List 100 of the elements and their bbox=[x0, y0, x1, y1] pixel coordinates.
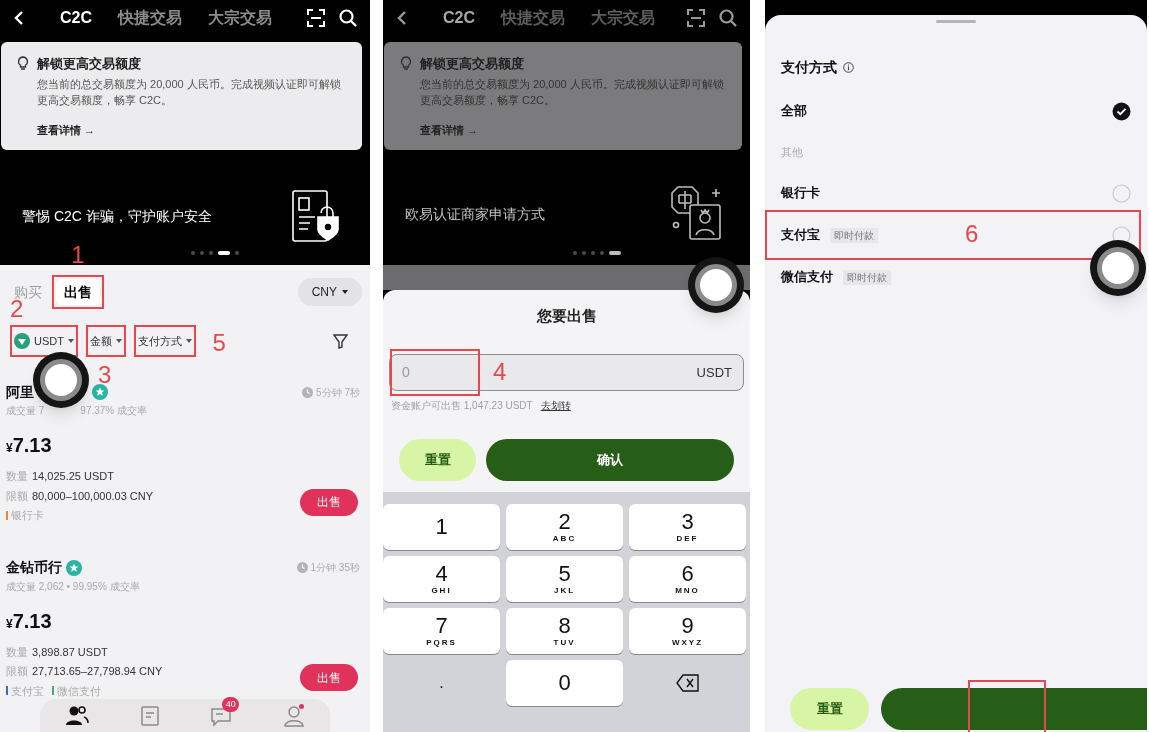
trade-tab[interactable]: 出售 bbox=[56, 279, 100, 305]
filter-dropdown[interactable]: USDT bbox=[14, 329, 74, 353]
search-icon[interactable] bbox=[338, 8, 358, 28]
caret-icon bbox=[67, 339, 74, 343]
transfer-link[interactable]: 去划转 bbox=[540, 397, 571, 413]
keypad-key[interactable]: 2 ABC bbox=[506, 504, 623, 550]
keypad-key[interactable]: 1 bbox=[383, 504, 500, 550]
keypad-key[interactable]: 3 DEF bbox=[629, 504, 746, 550]
response-time: 5分钟 7秒 bbox=[316, 385, 360, 400]
available-balance: 资金账户可出售 1,047.23 USDT bbox=[391, 398, 533, 413]
payment-option[interactable]: 微信支付 bbox=[781, 267, 833, 287]
coin-icon bbox=[14, 333, 30, 349]
payment-option[interactable]: 全部 bbox=[781, 101, 807, 121]
keypad-key[interactable]: 5 JKL bbox=[506, 556, 623, 602]
notice-title: 解锁更高交易额度 bbox=[37, 55, 141, 73]
floating-button[interactable] bbox=[33, 352, 89, 408]
search-icon[interactable] bbox=[718, 8, 738, 28]
price: ¥7.13 bbox=[6, 608, 53, 634]
payment-method: 支付宝 bbox=[11, 683, 44, 699]
profile-icon[interactable] bbox=[282, 705, 305, 727]
clock-icon bbox=[302, 386, 314, 398]
header-tab[interactable]: C2C bbox=[60, 6, 92, 30]
quantity-label: 数量 bbox=[6, 644, 28, 660]
header-tab[interactable]: 快捷交易 bbox=[118, 6, 182, 30]
sell-button[interactable]: 出售 bbox=[300, 664, 358, 691]
unit-label: USDT bbox=[696, 363, 732, 382]
keypad-key[interactable]: 9 WXYZ bbox=[629, 608, 746, 654]
merchant-name[interactable]: 阿里 bbox=[6, 381, 34, 403]
quantity-label: 数量 bbox=[6, 469, 28, 484]
caret-icon bbox=[185, 339, 192, 343]
instant-payment-tag: 即时付款 bbox=[843, 269, 891, 285]
lightbulb-icon bbox=[17, 56, 29, 72]
verified-badge-icon bbox=[92, 384, 108, 400]
merchant-stats: 成交量 2,062 • 99.95% 成交率 bbox=[6, 579, 140, 594]
notice-text: 您当前的总交易额度为 20,000 人民币。完成视频认证即可解锁更高交易额度，畅享 C2C。 bbox=[36, 76, 342, 108]
annotation-number: 2 bbox=[10, 297, 24, 321]
checked-radio[interactable] bbox=[1112, 101, 1131, 121]
lightbulb-icon bbox=[400, 56, 412, 72]
details-link[interactable]: 查看详情 → bbox=[17, 121, 96, 138]
confirm-button[interactable]: 确认 bbox=[486, 438, 734, 481]
header-tab[interactable]: C2C bbox=[443, 6, 475, 30]
price: ¥7.13 bbox=[6, 433, 53, 458]
keypad-key[interactable]: 4 GHI bbox=[383, 556, 500, 602]
details-link[interactable]: 查看详情 → bbox=[400, 121, 479, 138]
reset-button[interactable]: 重置 bbox=[399, 438, 476, 481]
annotation-box bbox=[133, 325, 196, 357]
payment-method: 银行卡 bbox=[11, 508, 44, 523]
payment-option[interactable]: 支付宝 bbox=[781, 225, 820, 245]
scan-icon[interactable] bbox=[686, 8, 706, 28]
verified-badge-icon bbox=[66, 559, 82, 576]
annotation-number: 1 bbox=[71, 243, 85, 267]
payment-method: 微信支付 bbox=[57, 683, 101, 699]
back-icon[interactable] bbox=[395, 10, 409, 26]
limit-label: 限额 bbox=[6, 488, 28, 504]
annotation-number: 4 bbox=[493, 359, 507, 384]
annotation-number: 6 bbox=[965, 222, 979, 246]
annotation-box bbox=[85, 325, 126, 357]
response-time: 1分钟 35秒 bbox=[310, 561, 360, 575]
section-label: 其他 bbox=[781, 144, 804, 160]
limit-value: 27,713.65–27,798.94 CNY bbox=[32, 664, 163, 679]
merchant-stats: 97.37% 成交率 bbox=[80, 404, 148, 418]
notice-text: 您当前的总交易额度为 20,000 人民币。完成视频认证即可解锁更高交易额度，畅享 C2C。 bbox=[419, 76, 725, 108]
drag-handle[interactable] bbox=[936, 20, 976, 23]
info-icon[interactable] bbox=[843, 62, 854, 73]
clock-icon bbox=[296, 562, 308, 573]
payment-option[interactable]: 银行卡 bbox=[781, 183, 820, 203]
reset-button[interactable]: 重置 bbox=[790, 688, 869, 730]
notification-badge: 40 bbox=[222, 697, 240, 712]
people-icon[interactable] bbox=[65, 705, 90, 727]
merchant-stats: 成交量 7 bbox=[6, 404, 45, 418]
quantity-value: 14,025.25 USDT bbox=[32, 469, 114, 484]
instant-payment-tag: 即时付款 bbox=[830, 227, 878, 243]
sell-button[interactable]: 出售 bbox=[300, 488, 358, 516]
sheet-title: 您要出售 bbox=[535, 306, 598, 326]
filter-dropdown[interactable]: 支付方式 bbox=[137, 329, 192, 353]
message-icon[interactable] bbox=[210, 705, 233, 727]
radio-button[interactable] bbox=[1112, 183, 1131, 203]
caret-icon bbox=[115, 339, 122, 343]
keypad-key[interactable]: 8 TUV bbox=[506, 608, 623, 654]
annotation-number: 5 bbox=[212, 331, 226, 355]
header-tab[interactable]: 大宗交易 bbox=[208, 6, 272, 30]
sheet-title: 支付方式 bbox=[781, 58, 837, 77]
banner-text: 欧易认证商家申请方式 bbox=[405, 204, 545, 224]
annotation-number: 3 bbox=[97, 363, 112, 387]
backspace-icon[interactable] bbox=[675, 674, 700, 692]
filter-dropdown[interactable]: 金额 bbox=[89, 329, 122, 353]
keypad-key[interactable]: 6 MNO bbox=[629, 556, 746, 602]
caret-icon bbox=[342, 290, 348, 294]
annotation-box bbox=[52, 275, 104, 309]
limit-value: 80,000–100,000.03 CNY bbox=[32, 488, 154, 504]
keypad-key[interactable]: 7 PQRS bbox=[383, 608, 500, 654]
filter-icon[interactable] bbox=[333, 333, 348, 349]
keypad-key[interactable]: 0 bbox=[506, 660, 623, 706]
notice-title: 解锁更高交易额度 bbox=[420, 55, 524, 73]
quantity-value: 3,898.87 USDT bbox=[32, 644, 108, 660]
banner-text: 警惕 C2C 诈骗，守护账户安全 bbox=[22, 206, 212, 226]
currency-dropdown[interactable]: CNY bbox=[297, 278, 362, 306]
merchant-name[interactable]: 金钻币行 bbox=[6, 557, 62, 578]
keypad-key[interactable]: . bbox=[383, 660, 500, 706]
back-icon[interactable] bbox=[12, 10, 26, 26]
